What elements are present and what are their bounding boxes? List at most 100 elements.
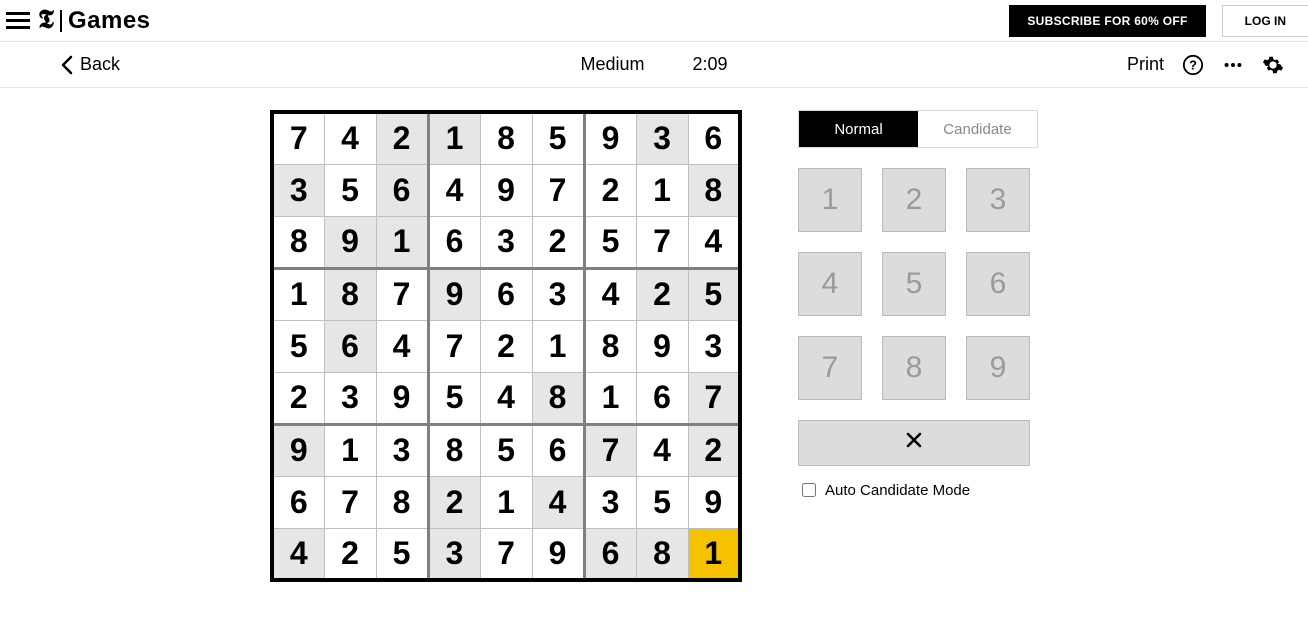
cell-r8-c1[interactable]: 6 <box>272 476 324 528</box>
subscribe-button[interactable]: SUBSCRIBE FOR 60% OFF <box>1009 5 1205 37</box>
cell-r6-c4[interactable]: 5 <box>428 372 480 424</box>
key-2[interactable]: 2 <box>882 168 946 232</box>
cell-r7-c3[interactable]: 3 <box>376 424 428 476</box>
login-button[interactable]: LOG IN <box>1222 5 1308 37</box>
cell-r7-c9[interactable]: 2 <box>688 424 740 476</box>
cell-r4-c1[interactable]: 1 <box>272 268 324 320</box>
more-icon[interactable] <box>1222 54 1244 76</box>
cell-r5-c7[interactable]: 8 <box>584 320 636 372</box>
cell-r5-c3[interactable]: 4 <box>376 320 428 372</box>
cell-r1-c5[interactable]: 8 <box>480 112 532 164</box>
cell-r6-c2[interactable]: 3 <box>324 372 376 424</box>
key-6[interactable]: 6 <box>966 252 1030 316</box>
cell-r2-c5[interactable]: 9 <box>480 164 532 216</box>
back-button[interactable]: Back <box>60 54 120 75</box>
cell-r4-c8[interactable]: 2 <box>636 268 688 320</box>
cell-r3-c5[interactable]: 3 <box>480 216 532 268</box>
cell-r2-c4[interactable]: 4 <box>428 164 480 216</box>
key-8[interactable]: 8 <box>882 336 946 400</box>
cell-r7-c4[interactable]: 8 <box>428 424 480 476</box>
cell-r2-c8[interactable]: 1 <box>636 164 688 216</box>
cell-r9-c7[interactable]: 6 <box>584 528 636 580</box>
cell-r6-c8[interactable]: 6 <box>636 372 688 424</box>
gear-icon[interactable] <box>1262 54 1284 76</box>
cell-r1-c7[interactable]: 9 <box>584 112 636 164</box>
cell-r8-c3[interactable]: 8 <box>376 476 428 528</box>
cell-r3-c9[interactable]: 4 <box>688 216 740 268</box>
help-icon[interactable]: ? <box>1182 54 1204 76</box>
cell-r3-c8[interactable]: 7 <box>636 216 688 268</box>
cell-r2-c1[interactable]: 3 <box>272 164 324 216</box>
key-9[interactable]: 9 <box>966 336 1030 400</box>
cell-r4-c4[interactable]: 9 <box>428 268 480 320</box>
cell-r8-c9[interactable]: 9 <box>688 476 740 528</box>
mode-candidate-tab[interactable]: Candidate <box>918 111 1037 147</box>
cell-r6-c9[interactable]: 7 <box>688 372 740 424</box>
cell-r6-c3[interactable]: 9 <box>376 372 428 424</box>
key-7[interactable]: 7 <box>798 336 862 400</box>
cell-r7-c6[interactable]: 6 <box>532 424 584 476</box>
cell-r2-c3[interactable]: 6 <box>376 164 428 216</box>
cell-r5-c4[interactable]: 7 <box>428 320 480 372</box>
cell-r3-c1[interactable]: 8 <box>272 216 324 268</box>
cell-r3-c2[interactable]: 9 <box>324 216 376 268</box>
brand[interactable]: 𝕿 Games <box>38 5 151 36</box>
cell-r7-c7[interactable]: 7 <box>584 424 636 476</box>
key-3[interactable]: 3 <box>966 168 1030 232</box>
cell-r4-c3[interactable]: 7 <box>376 268 428 320</box>
cell-r7-c2[interactable]: 1 <box>324 424 376 476</box>
cell-r9-c2[interactable]: 2 <box>324 528 376 580</box>
cell-r1-c1[interactable]: 7 <box>272 112 324 164</box>
cell-r9-c1[interactable]: 4 <box>272 528 324 580</box>
cell-r9-c9[interactable]: 1 <box>688 528 740 580</box>
cell-r5-c5[interactable]: 2 <box>480 320 532 372</box>
cell-r8-c8[interactable]: 5 <box>636 476 688 528</box>
cell-r1-c8[interactable]: 3 <box>636 112 688 164</box>
cell-r5-c9[interactable]: 3 <box>688 320 740 372</box>
print-button[interactable]: Print <box>1127 54 1164 75</box>
cell-r3-c4[interactable]: 6 <box>428 216 480 268</box>
cell-r5-c6[interactable]: 1 <box>532 320 584 372</box>
cell-r2-c6[interactable]: 7 <box>532 164 584 216</box>
cell-r3-c3[interactable]: 1 <box>376 216 428 268</box>
cell-r4-c2[interactable]: 8 <box>324 268 376 320</box>
cell-r4-c5[interactable]: 6 <box>480 268 532 320</box>
cell-r5-c2[interactable]: 6 <box>324 320 376 372</box>
cell-r9-c8[interactable]: 8 <box>636 528 688 580</box>
cell-r4-c9[interactable]: 5 <box>688 268 740 320</box>
auto-candidate-checkbox[interactable] <box>802 483 816 497</box>
cell-r1-c6[interactable]: 5 <box>532 112 584 164</box>
cell-r8-c5[interactable]: 1 <box>480 476 532 528</box>
cell-r9-c4[interactable]: 3 <box>428 528 480 580</box>
cell-r3-c6[interactable]: 2 <box>532 216 584 268</box>
cell-r7-c8[interactable]: 4 <box>636 424 688 476</box>
hamburger-icon[interactable] <box>6 9 30 33</box>
cell-r1-c4[interactable]: 1 <box>428 112 480 164</box>
cell-r6-c7[interactable]: 1 <box>584 372 636 424</box>
cell-r6-c5[interactable]: 4 <box>480 372 532 424</box>
cell-r8-c4[interactable]: 2 <box>428 476 480 528</box>
cell-r7-c5[interactable]: 5 <box>480 424 532 476</box>
cell-r9-c3[interactable]: 5 <box>376 528 428 580</box>
cell-r6-c1[interactable]: 2 <box>272 372 324 424</box>
cell-r1-c3[interactable]: 2 <box>376 112 428 164</box>
cell-r2-c2[interactable]: 5 <box>324 164 376 216</box>
cell-r2-c9[interactable]: 8 <box>688 164 740 216</box>
key-delete[interactable] <box>798 420 1030 466</box>
key-1[interactable]: 1 <box>798 168 862 232</box>
cell-r8-c2[interactable]: 7 <box>324 476 376 528</box>
cell-r3-c7[interactable]: 5 <box>584 216 636 268</box>
cell-r4-c6[interactable]: 3 <box>532 268 584 320</box>
cell-r5-c1[interactable]: 5 <box>272 320 324 372</box>
cell-r8-c7[interactable]: 3 <box>584 476 636 528</box>
cell-r6-c6[interactable]: 8 <box>532 372 584 424</box>
cell-r9-c5[interactable]: 7 <box>480 528 532 580</box>
mode-normal-tab[interactable]: Normal <box>799 111 918 147</box>
cell-r4-c7[interactable]: 4 <box>584 268 636 320</box>
cell-r7-c1[interactable]: 9 <box>272 424 324 476</box>
auto-candidate-toggle[interactable]: Auto Candidate Mode <box>798 480 1038 500</box>
cell-r5-c8[interactable]: 9 <box>636 320 688 372</box>
cell-r2-c7[interactable]: 2 <box>584 164 636 216</box>
cell-r9-c6[interactable]: 9 <box>532 528 584 580</box>
key-5[interactable]: 5 <box>882 252 946 316</box>
